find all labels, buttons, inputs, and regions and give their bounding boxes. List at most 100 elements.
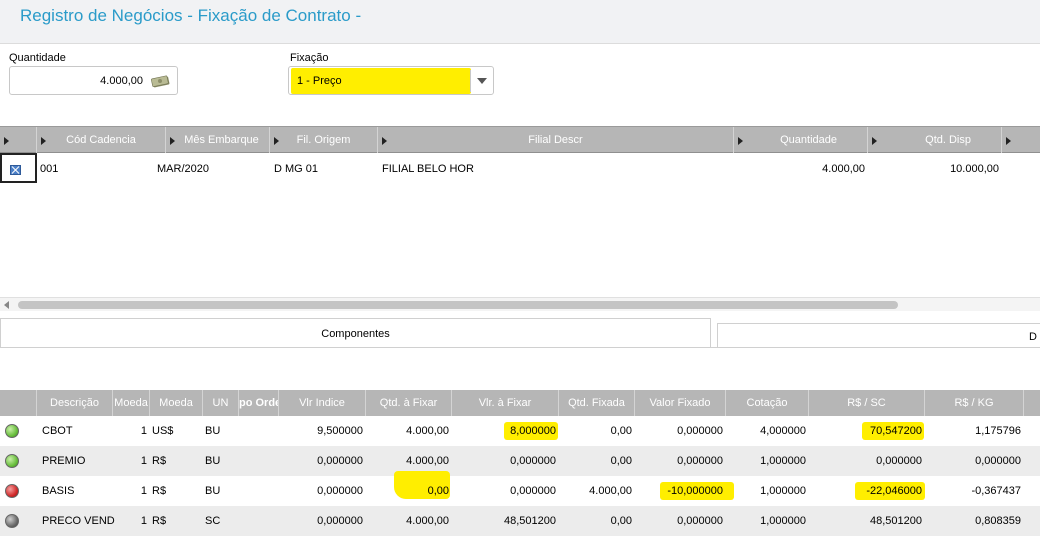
triangle-right-icon (872, 137, 877, 145)
cell-cod: 001 (40, 163, 59, 175)
table-row[interactable]: PREMIO 1 R$ BU 0,000000 4.000,00 0,00000… (0, 446, 1040, 476)
col-tipo-ordem[interactable]: po Orde (239, 390, 279, 416)
chevron-left-icon[interactable] (4, 301, 9, 309)
cell-moeda-num: 1 (140, 425, 147, 437)
col-moeda[interactable]: Moeda (150, 390, 203, 416)
triangle-right-icon (1006, 137, 1011, 145)
table-row[interactable]: 001 MAR/2020 D MG 01 FILIAL BELO HOR 4.0… (0, 153, 1040, 183)
status-red-icon (5, 484, 19, 498)
col-qtd-disp[interactable]: Qtd. Disp (868, 127, 1002, 153)
checkbox-icon[interactable] (10, 165, 21, 175)
cell-descr: FILIAL BELO HOR (382, 163, 474, 175)
horizontal-scrollbar[interactable] (0, 297, 1040, 311)
quantidade-input[interactable]: 4.000,00 (9, 66, 178, 95)
cell-moeda-num: 1 (140, 485, 147, 497)
col-fil-origem[interactable]: Fil. Origem (270, 127, 378, 153)
col-qtd-fixar[interactable]: Qtd. à Fixar (366, 390, 452, 416)
col-valor-fixado[interactable]: Valor Fixado (635, 390, 726, 416)
table-row[interactable]: BASIS 1 R$ BU 0,000000 0,00 0,000000 4.0… (0, 471, 1040, 506)
col-moeda-num[interactable]: Moeda (113, 390, 150, 416)
cell-qtd-fixada: 4.000,00 (589, 485, 632, 497)
header-select-col[interactable] (0, 127, 37, 153)
col-more[interactable] (1002, 127, 1040, 153)
cell-moeda: US$ (152, 425, 174, 437)
col-label: Filial Descr (528, 134, 583, 146)
col-cotacao[interactable]: Cotação (726, 390, 809, 416)
title-bar: Registro de Negócios - Fixação de Contra… (0, 0, 1040, 44)
cell-cotacao: 4,000000 (760, 425, 806, 437)
col-vlr-fixar[interactable]: Vlr. à Fixar (452, 390, 559, 416)
cell-descricao: CBOT (42, 425, 73, 437)
cell-rs-kg: -0,367437 (971, 485, 1021, 497)
cell-rs-sc: 0,000000 (876, 455, 922, 467)
page: Registro de Negócios - Fixação de Contra… (0, 0, 1040, 546)
status-green-icon (5, 454, 19, 468)
cell-un: BU (205, 485, 221, 497)
quantidade-label: Quantidade (9, 52, 66, 64)
col-rs-sc[interactable]: R$ / SC (809, 390, 925, 416)
cell-qtd-fixar: 4.000,00 (406, 515, 449, 527)
col-qtd-fixada[interactable]: Qtd. Fixada (559, 390, 635, 416)
col-mes-embarque[interactable]: Mês Embarque (166, 127, 270, 153)
cell-moeda-num: 1 (140, 515, 147, 527)
cell-cotacao: 1,000000 (760, 455, 806, 467)
col-descricao[interactable]: Descrição (37, 390, 113, 416)
table-row[interactable]: CBOT 1 US$ BU 9,500000 4.000,00 8,000000… (0, 416, 1040, 446)
tab-second[interactable]: D (717, 323, 1040, 348)
cell-moeda: R$ (152, 455, 167, 467)
cell-qtd: 4.000,00 (822, 163, 865, 175)
tab-divider (0, 347, 1040, 348)
col-quantidade[interactable]: Quantidade (734, 127, 868, 153)
cell-un: BU (205, 425, 221, 437)
col-un[interactable]: UN (203, 390, 239, 416)
cell-vlr-indice: 0,000000 (317, 515, 363, 527)
cell-valor-fixado: 0,000000 (677, 515, 723, 527)
cell-vlr-fixar: 0,000000 (510, 485, 556, 497)
cell-moeda: R$ (152, 485, 167, 497)
status-gray-icon (5, 514, 19, 528)
col-rs-kg[interactable]: R$ / KG (925, 390, 1024, 416)
cell-fil: D MG 01 (274, 163, 319, 175)
triangle-right-icon (41, 137, 46, 145)
cell-descricao: BASIS (42, 485, 75, 497)
cell-vlr-indice: 9,500000 (317, 425, 363, 437)
cell-rs-sc: -22,046000 (866, 485, 922, 497)
triangle-right-icon (274, 137, 279, 145)
cell-qtd-fixada: 0,00 (610, 425, 632, 437)
triangle-right-icon (4, 137, 9, 145)
cell-vlr-indice: 0,000000 (317, 455, 363, 467)
col-cod-cadencia[interactable]: Cód Cadencia (37, 127, 166, 153)
fixacao-select[interactable]: 1 - Preço (288, 66, 494, 95)
status-green-icon (5, 424, 19, 438)
cell-cotacao: 1,000000 (760, 485, 806, 497)
col-label: Mês Embarque (184, 134, 259, 146)
row-select-cell[interactable] (0, 153, 37, 183)
cell-moeda-num: 1 (140, 455, 147, 467)
col-label: Quantidade (780, 134, 837, 146)
tab-second-label: D (1029, 331, 1037, 343)
col-vlr-indice[interactable]: Vlr Indice (279, 390, 366, 416)
cell-qtd-fixada: 0,00 (610, 455, 632, 467)
componentes-grid: Descrição Moeda Moeda UN po Orde Vlr Ind… (0, 390, 1040, 546)
cell-rs-sc: 48,501200 (870, 515, 922, 527)
cell-rs-kg: 0,808359 (975, 515, 1021, 527)
page-title: Registro de Negócios - Fixação de Contra… (20, 6, 362, 25)
cell-rs-kg: 0,000000 (975, 455, 1021, 467)
quantidade-value: 4.000,00 (100, 75, 143, 87)
tab-componentes[interactable]: Componentes (0, 318, 711, 348)
cell-valor-fixado: 0,000000 (677, 425, 723, 437)
col-status[interactable] (0, 390, 37, 416)
cell-vlr-fixar: 48,501200 (504, 515, 556, 527)
scrollbar-thumb[interactable] (18, 301, 898, 309)
chevron-down-icon[interactable] (477, 78, 487, 84)
table-row[interactable]: PRECO VEND 1 R$ SC 0,000000 4.000,00 48,… (0, 506, 1040, 536)
cell-moeda: R$ (152, 515, 167, 527)
money-icon[interactable] (151, 74, 171, 88)
cell-vlr-fixar: 8,000000 (510, 425, 556, 437)
col-filial-descr[interactable]: Filial Descr (378, 127, 734, 153)
col-label: Fil. Origem (296, 134, 351, 146)
cell-vlr-fixar: 0,000000 (510, 455, 556, 467)
cell-valor-fixado: 0,000000 (677, 455, 723, 467)
cell-vlr-indice: 0,000000 (317, 485, 363, 497)
cell-rs-kg: 1,175796 (975, 425, 1021, 437)
